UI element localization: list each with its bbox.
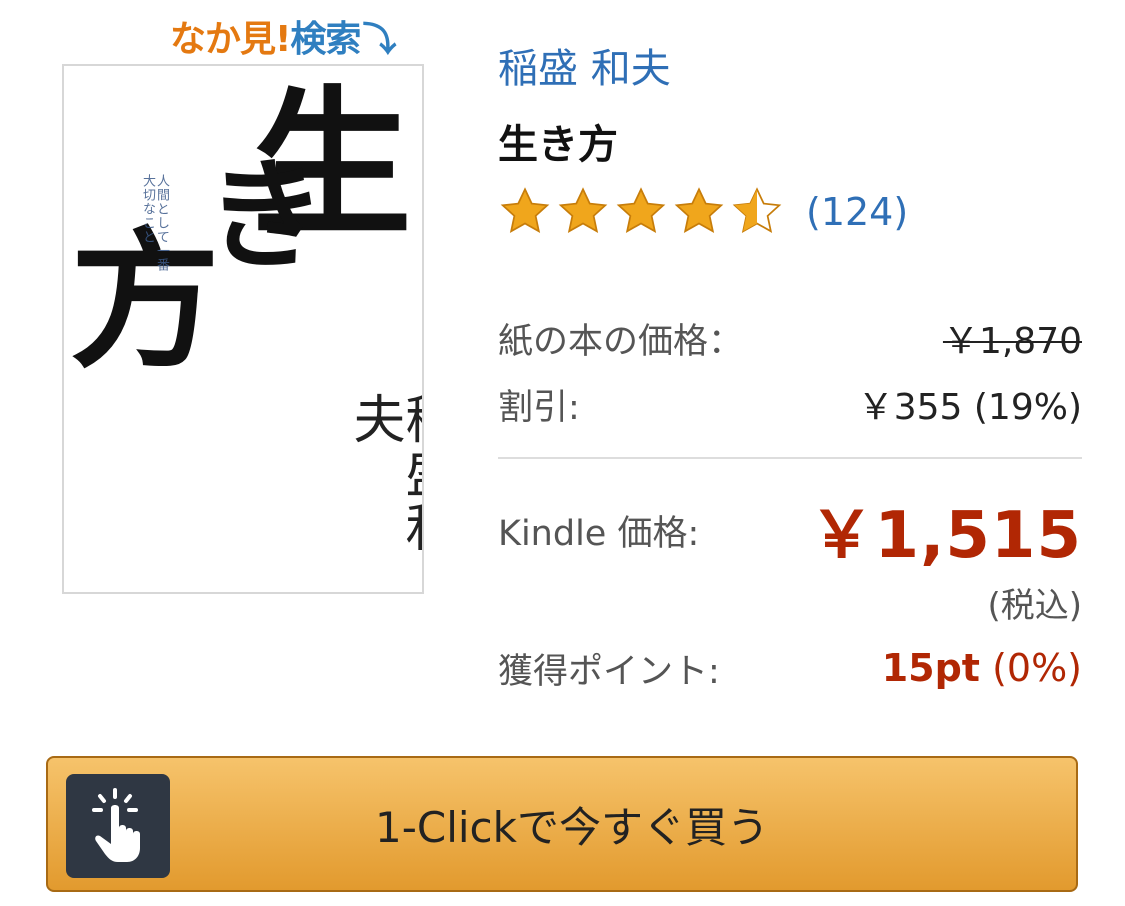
points-label: 獲得ポイント: — [498, 651, 720, 692]
points-value-group: 15pt (0%) — [882, 646, 1082, 690]
review-count-link[interactable]: (124) — [806, 190, 908, 234]
look-inside-badge[interactable]: なか見! 検索 ⤵ — [170, 12, 396, 60]
star-rating — [498, 186, 784, 238]
paper-price-label: 紙の本の価格： — [498, 321, 744, 362]
kindle-price-row: Kindle 価格: ￥1,515 — [498, 490, 1082, 573]
divider — [498, 457, 1082, 459]
discount-row: 割引: ￥355 (19%) — [498, 378, 1082, 430]
author-link[interactable]: 稲盛 和夫 — [498, 36, 671, 94]
points-value: 15pt — [881, 646, 980, 690]
kindle-price-value: ￥1,515 — [809, 499, 1082, 573]
curved-arrow-icon: ⤵ — [362, 19, 396, 60]
points-percent: (0%) — [992, 646, 1082, 690]
points-row: 獲得ポイント: 15pt (0%) — [498, 640, 1082, 696]
rating-row[interactable]: (124) — [498, 186, 908, 238]
paper-price-value: ￥1,870 — [942, 321, 1082, 362]
star-full-icon — [500, 187, 550, 233]
discount-value: ￥355 (19%) — [857, 387, 1082, 428]
paper-price-row: 紙の本の価格： ￥1,870 — [498, 312, 1082, 364]
star-full-icon — [674, 187, 724, 233]
discount-label: 割引: — [498, 387, 580, 428]
cover-subtitle: 人間として一番大切なこと — [140, 174, 169, 272]
star-half-icon — [732, 187, 782, 233]
one-click-buy-button[interactable]: 1-Clickで今すぐ買う — [46, 756, 1078, 892]
look-inside-label: なか見! — [170, 19, 291, 60]
star-full-icon — [558, 187, 608, 233]
kindle-price-label: Kindle 価格: — [498, 513, 700, 554]
tax-included-note: (税込) — [987, 586, 1082, 626]
cover-author: 稲盛和夫 — [344, 392, 422, 554]
book-title: 生き方 — [498, 122, 618, 168]
tap-hand-icon — [66, 774, 170, 878]
cover-title-char: き — [206, 145, 326, 286]
star-full-icon — [616, 187, 666, 233]
search-label: 検索 — [290, 19, 361, 60]
buy-button-label: 1-Clickで今すぐ買う — [375, 802, 769, 852]
book-cover-image[interactable]: 生 き 方 人間として一番大切なこと 稲盛和夫 — [62, 64, 424, 594]
